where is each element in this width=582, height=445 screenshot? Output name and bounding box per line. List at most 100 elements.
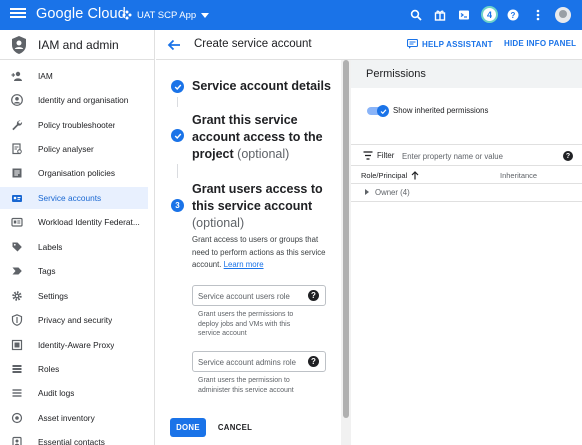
project-name: UAT SCP App (137, 9, 197, 21)
sidebar-title: IAM and admin (38, 38, 119, 52)
sidebar-item-organisation-policies[interactable]: Organisation policies (0, 162, 148, 184)
step1-check-icon (171, 80, 184, 93)
permissions-panel: Permissions Show inherited permissions F… (351, 60, 582, 445)
users-role-hint: Grant users the permissions to deploy jo… (198, 311, 294, 337)
show-inherited-toggle[interactable] (367, 105, 389, 117)
gear-icon (11, 290, 23, 302)
sidebar-item-audit-logs[interactable]: Audit logs (0, 382, 148, 404)
sidebar-item-identity-aware-proxy[interactable]: Identity-Aware Proxy (0, 334, 148, 356)
more-vert-icon[interactable] (530, 7, 546, 23)
help-icon[interactable]: ? (308, 290, 319, 301)
table-row[interactable]: Owner (4) (351, 184, 582, 202)
avatar[interactable] (555, 7, 571, 23)
list-doc-icon (11, 167, 23, 179)
sidebar: IAM and admin IAM Identity and organisat… (0, 30, 155, 445)
service-account-icon (11, 192, 23, 204)
service-account-admins-role-field[interactable]: ? (192, 351, 326, 372)
permissions-header: Permissions (351, 60, 582, 88)
toggle-knob-check-icon (377, 105, 389, 117)
sidebar-item-label: Identity and organisation (38, 95, 129, 105)
sidebar-item-service-accounts[interactable]: Service accounts (0, 187, 148, 209)
done-button[interactable]: DONE (170, 418, 206, 437)
help-icon[interactable]: ? (505, 7, 521, 23)
column-role-principal[interactable]: Role/Principal (361, 171, 419, 180)
svg-text:?: ? (511, 11, 516, 20)
expand-arrow-icon[interactable] (365, 189, 369, 195)
step3-title-text: Grant users access to this service accou… (192, 182, 323, 213)
google-cloud-logo[interactable]: Google Cloud (36, 6, 126, 22)
sidebar-item-label: Audit logs (38, 388, 75, 398)
gift-icon[interactable] (432, 7, 448, 23)
sidebar-item-privacy-security[interactable]: Privacy and security (0, 309, 148, 331)
step1-title[interactable]: Service account details (192, 78, 331, 95)
help-assistant-label: HELP ASSISTANT (422, 39, 493, 49)
step2-optional: (optional) (237, 147, 290, 161)
permissions-table-header: Role/Principal Inheritance (351, 166, 582, 184)
sidebar-item-labels[interactable]: Labels (0, 236, 148, 258)
cancel-button[interactable]: CANCEL (214, 418, 256, 437)
step3-optional: (optional) (192, 216, 245, 230)
sidebar-item-label: Labels (38, 242, 63, 252)
sidebar-item-label: Essential contacts (38, 437, 105, 445)
tag-chevron-icon (11, 265, 23, 277)
help-assistant-button[interactable]: HELP ASSISTANT (407, 39, 493, 49)
sort-arrow-up-icon (411, 171, 419, 180)
iam-shield-icon (12, 36, 26, 54)
column-inheritance[interactable]: Inheritance (500, 171, 537, 180)
audit-list-icon (11, 387, 23, 399)
top-bar: Google Cloud UAT SCP App 4 ? (0, 0, 582, 30)
account-circle-icon (11, 94, 23, 106)
person-add-icon (11, 70, 23, 82)
help-icon[interactable]: ? (308, 356, 319, 367)
sidebar-item-asset-inventory[interactable]: Asset inventory (0, 407, 148, 429)
admins-role-input[interactable] (198, 356, 306, 368)
column-role-label: Role/Principal (361, 171, 408, 180)
sidebar-item-policy-troubleshooter[interactable]: Policy troubleshooter (0, 114, 148, 136)
page-header: Create service account HELP ASSISTANT HI… (156, 30, 582, 60)
policy-doc-icon (11, 143, 23, 155)
sidebar-item-policy-analyser[interactable]: Policy analyser (0, 138, 148, 160)
sidebar-item-label: Privacy and security (38, 315, 113, 325)
step-connector (177, 97, 178, 107)
sidebar-item-workload-identity[interactable]: Workload Identity Federat... (0, 211, 148, 233)
create-service-account-form: Service account details Grant this servi… (156, 60, 341, 445)
sidebar-item-identity[interactable]: Identity and organisation (0, 89, 148, 111)
asset-icon (11, 412, 23, 424)
sidebar-item-essential-contacts[interactable]: Essential contacts (0, 431, 148, 445)
search-icon[interactable] (408, 7, 424, 23)
form-scrollbar-thumb[interactable] (343, 60, 349, 418)
learn-more-link[interactable]: Learn more (224, 260, 264, 269)
service-account-users-role-field[interactable]: ? (192, 285, 326, 306)
sidebar-item-label: Service accounts (38, 193, 102, 203)
step3-title: Grant users access to this service accou… (192, 181, 332, 232)
users-role-input[interactable] (198, 290, 306, 302)
sidebar-item-label: Organisation policies (38, 168, 116, 178)
wrench-icon (11, 119, 23, 131)
sidebar-item-roles[interactable]: Roles (0, 358, 148, 380)
sidebar-item-label: Workload Identity Federat... (38, 217, 140, 227)
sidebar-header: IAM and admin (0, 30, 155, 60)
step2-check-icon (171, 129, 184, 142)
filter-bar: Filter ? (351, 144, 582, 166)
roles-icon (11, 363, 23, 375)
sidebar-item-label: Policy analyser (38, 144, 94, 154)
owner-role-label: Owner (4) (375, 188, 410, 197)
sidebar-item-tags[interactable]: Tags (0, 260, 148, 282)
back-arrow-icon[interactable] (166, 37, 182, 53)
project-selector[interactable]: UAT SCP App (122, 5, 210, 25)
chevron-down-icon (201, 12, 210, 18)
sidebar-item-settings[interactable]: Settings (0, 285, 148, 307)
terminal-icon[interactable] (456, 7, 472, 23)
sidebar-item-iam[interactable]: IAM (0, 65, 148, 87)
step2-title[interactable]: Grant this service account access to the… (192, 112, 332, 163)
hamburger-menu-icon[interactable] (10, 7, 26, 23)
contacts-icon (11, 436, 23, 445)
filter-icon[interactable] (363, 151, 373, 160)
proxy-icon (11, 339, 23, 351)
filter-input[interactable] (402, 150, 552, 162)
hide-info-panel-button[interactable]: HIDE INFO PANEL (504, 39, 576, 48)
sidebar-item-label: Tags (38, 266, 56, 276)
help-icon[interactable]: ? (563, 151, 573, 161)
notification-badge[interactable]: 4 (481, 6, 498, 23)
sidebar-item-label: Policy troubleshooter (38, 120, 116, 130)
